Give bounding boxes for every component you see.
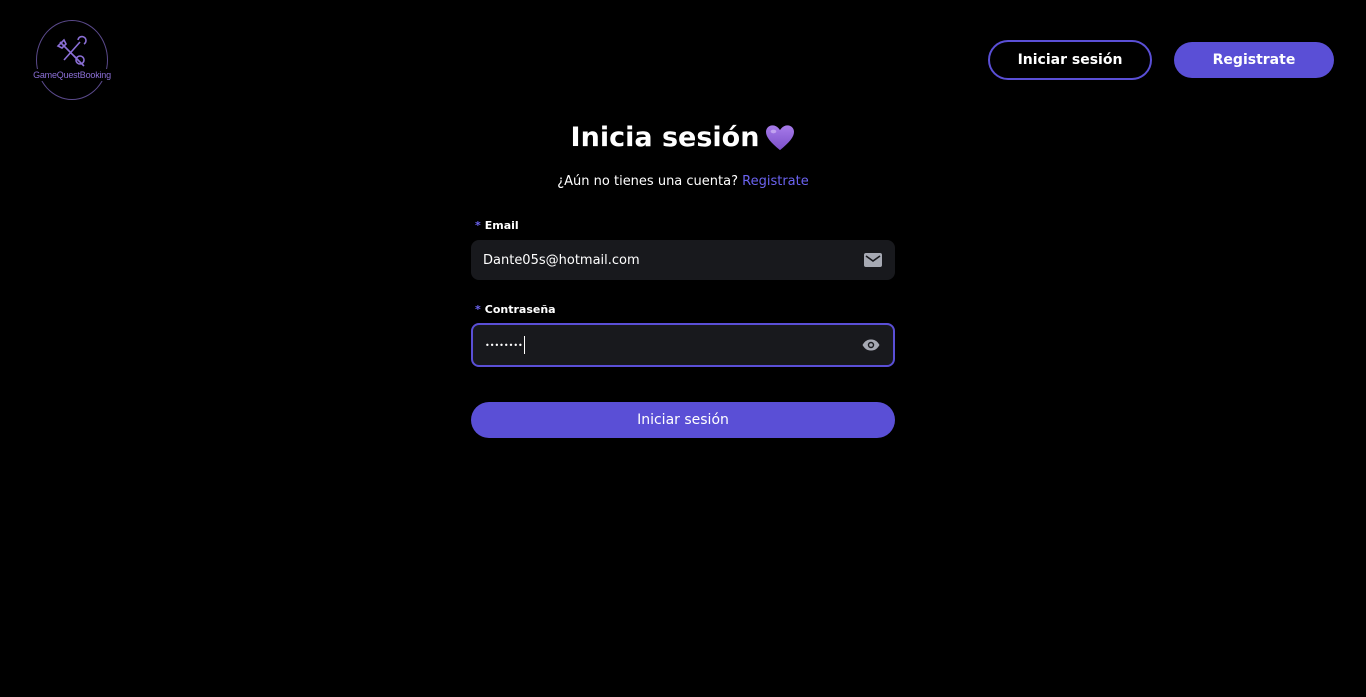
- password-label-text: Contraseña: [484, 303, 556, 316]
- password-label: * Contraseña: [475, 303, 556, 317]
- purple-heart-icon: [766, 125, 795, 151]
- required-mark: *: [475, 303, 481, 316]
- page-title: Inicia sesión: [570, 122, 760, 153]
- password-field[interactable]: ••••••••: [471, 323, 895, 367]
- eye-icon[interactable]: [861, 335, 881, 355]
- login-submit-button[interactable]: Iniciar sesión: [471, 402, 895, 438]
- app-logo[interactable]: GameQuestBooking: [28, 20, 116, 100]
- mail-icon: [863, 250, 883, 270]
- header-login-button[interactable]: Iniciar sesión: [988, 40, 1152, 80]
- signup-prompt-text: ¿Aún no tienes una cuenta?: [557, 174, 738, 189]
- required-mark: *: [475, 219, 481, 232]
- page-title-row: Inicia sesión: [0, 120, 1366, 156]
- game-tools-icon: [56, 35, 87, 67]
- email-input[interactable]: [483, 252, 863, 268]
- email-field[interactable]: [471, 240, 895, 280]
- signup-prompt: ¿Aún no tienes una cuenta? Registrate: [0, 173, 1366, 191]
- password-masked-value: ••••••••: [485, 340, 523, 350]
- email-label: * Email: [475, 219, 519, 233]
- header-register-button[interactable]: Registrate: [1174, 42, 1334, 78]
- logo-text: GameQuestBooking: [28, 69, 116, 81]
- text-caret: [523, 336, 525, 354]
- password-input[interactable]: ••••••••: [485, 336, 861, 354]
- email-label-text: Email: [484, 219, 519, 232]
- signup-link[interactable]: Registrate: [742, 174, 809, 189]
